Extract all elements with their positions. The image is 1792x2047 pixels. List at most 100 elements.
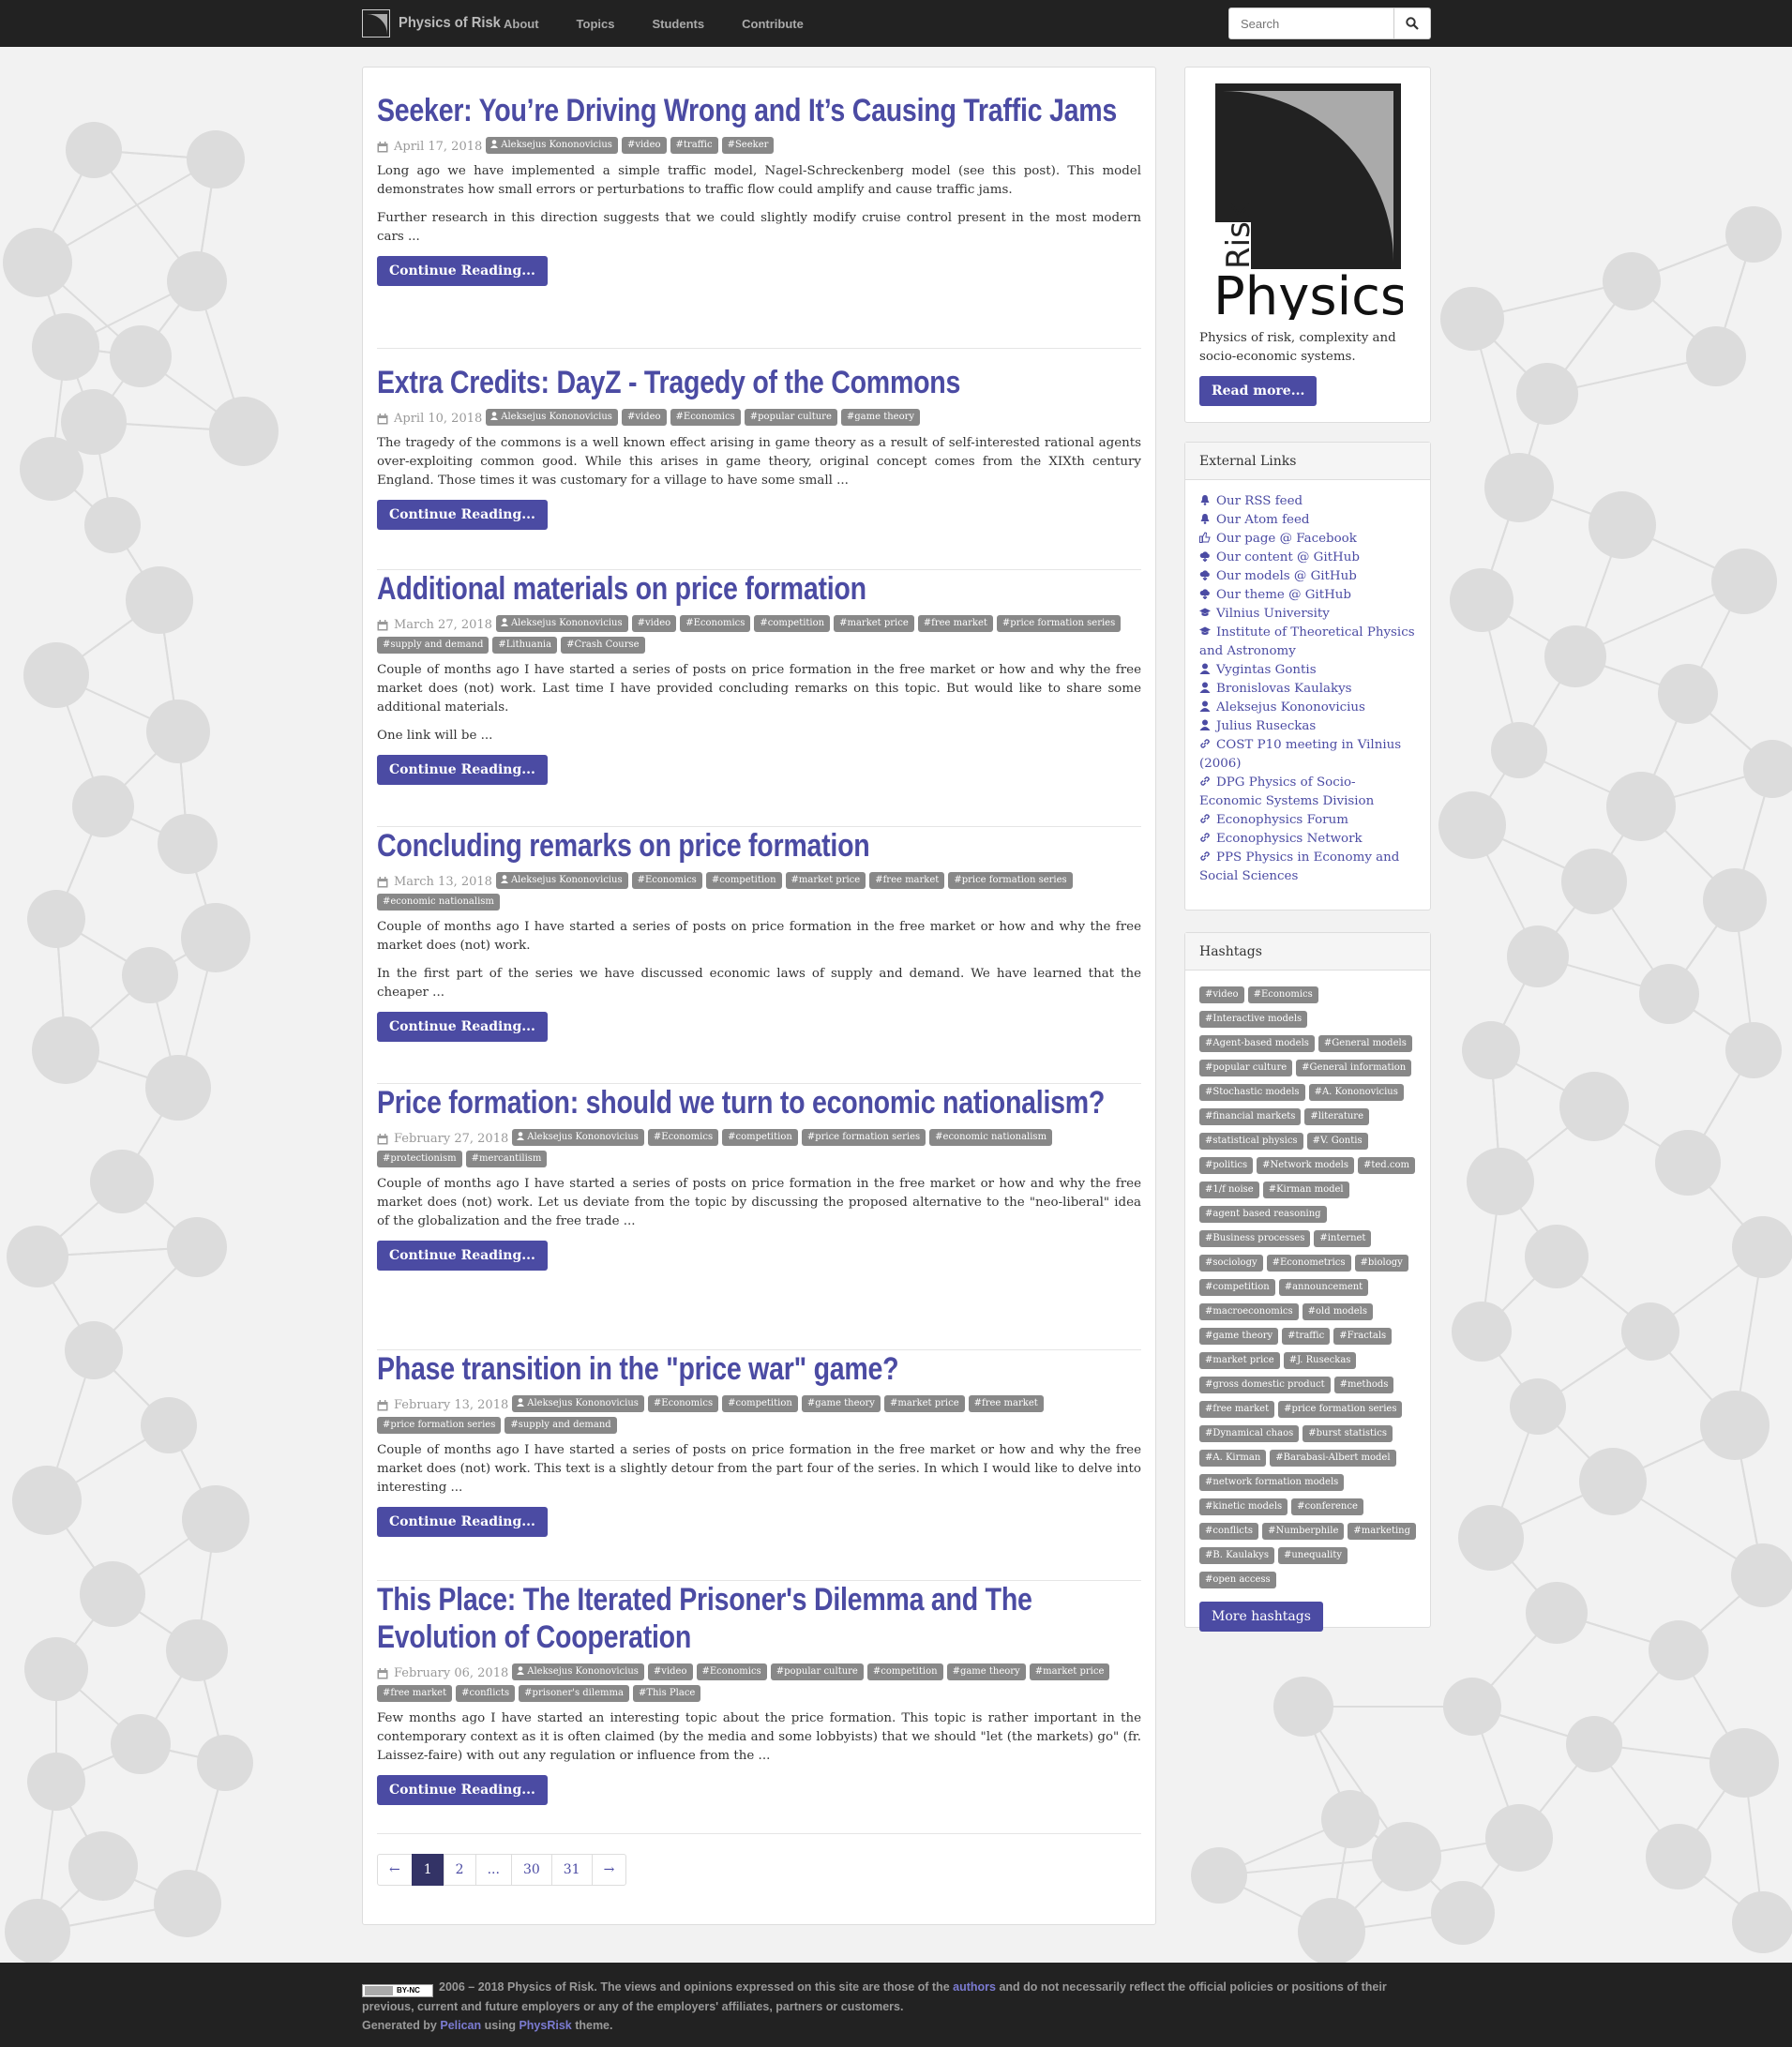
tag-label[interactable]: #price formation series [996, 614, 1122, 632]
tag-label[interactable]: #Economics [647, 1394, 719, 1412]
hashtag-label[interactable]: #statistical physics [1199, 1133, 1303, 1150]
external-link[interactable]: Econophysics Forum [1199, 811, 1416, 830]
tag-label[interactable]: #traffic [670, 136, 718, 154]
tag-label[interactable]: #video [631, 614, 677, 632]
tag-label[interactable]: #supply and demand [504, 1417, 617, 1434]
tag-label[interactable]: #Crash Course [561, 637, 645, 654]
continue-reading-button[interactable]: Continue Reading... [377, 256, 548, 286]
post-title[interactable]: Price formation: should we turn to econo… [377, 1084, 1141, 1121]
continue-reading-button[interactable]: Continue Reading... [377, 1507, 548, 1537]
tag-label[interactable]: #price formation series [948, 871, 1073, 889]
tag-label[interactable]: #video [621, 408, 667, 426]
tag-label[interactable]: #popular culture [770, 1663, 864, 1680]
hashtag-label[interactable]: #agent based reasoning [1199, 1206, 1327, 1223]
tag-label[interactable]: #Economics [696, 1663, 767, 1680]
external-link[interactable]: Aleksejus Kononovicius [1199, 699, 1416, 717]
brand-link[interactable]: Physics of Risk [362, 8, 509, 39]
hashtag-label[interactable]: #literature [1304, 1108, 1370, 1125]
tag-label[interactable]: #Economics [631, 871, 702, 889]
hashtag-label[interactable]: #conflicts [1199, 1523, 1259, 1540]
continue-reading-button[interactable]: Continue Reading... [377, 1775, 548, 1805]
hashtag-label[interactable]: #price formation series [1278, 1401, 1403, 1418]
hashtag-label[interactable]: #kinetic models [1199, 1498, 1288, 1515]
hashtag-label[interactable]: #Business processes [1199, 1230, 1311, 1247]
tag-label[interactable]: #competition [722, 1394, 798, 1412]
hashtag-label[interactable]: #Fractals [1333, 1328, 1393, 1345]
hashtag-label[interactable]: #Network models [1257, 1157, 1354, 1174]
hashtag-label[interactable]: #macroeconomics [1199, 1303, 1299, 1320]
hashtag-label[interactable]: #internet [1314, 1230, 1372, 1247]
pagination-prev[interactable]: ← [377, 1854, 413, 1886]
pagination-page[interactable]: 31 [550, 1854, 593, 1886]
hashtag-label[interactable]: #sociology [1199, 1255, 1263, 1272]
author-label[interactable]: Aleksejus Kononovicius [486, 408, 618, 426]
tag-label[interactable]: #price formation series [801, 1128, 926, 1146]
continue-reading-button[interactable]: Continue Reading... [377, 1012, 548, 1042]
tag-label[interactable]: #free market [917, 614, 993, 632]
tag-label[interactable]: #video [621, 136, 667, 154]
hashtag-label[interactable]: #Dynamical chaos [1199, 1425, 1300, 1442]
external-link[interactable]: Our page @ Facebook [1199, 530, 1416, 549]
hashtag-label[interactable]: #A. Kirman [1199, 1450, 1267, 1467]
hashtag-label[interactable]: #market price [1199, 1352, 1280, 1369]
hashtag-label[interactable]: #politics [1199, 1157, 1254, 1174]
hashtag-label[interactable]: #Numberphile [1262, 1523, 1345, 1540]
tag-label[interactable]: #competition [866, 1663, 943, 1680]
tag-label[interactable]: #protectionism [377, 1151, 462, 1167]
author-label[interactable]: Aleksejus Kononovicius [495, 871, 628, 889]
hashtag-label[interactable]: #methods [1333, 1377, 1394, 1393]
hashtag-label[interactable]: #B. Kaulakys [1199, 1547, 1274, 1564]
author-label[interactable]: Aleksejus Kononovicius [512, 1663, 644, 1680]
tag-label[interactable]: #Lithuania [492, 637, 558, 654]
tag-label[interactable]: #popular culture [744, 408, 837, 426]
pagination-next[interactable]: → [591, 1854, 627, 1886]
tag-label[interactable]: #market price [834, 614, 914, 632]
hashtag-label[interactable]: #network formation models [1199, 1474, 1345, 1491]
post-title[interactable]: Extra Credits: DayZ - Tragedy of the Com… [377, 364, 1141, 401]
tag-label[interactable]: #economic nationalism [377, 894, 500, 911]
external-link[interactable]: Vygintas Gontis [1199, 661, 1416, 680]
hashtag-label[interactable]: #Economics [1247, 986, 1318, 1003]
tag-label[interactable]: #market price [785, 871, 866, 889]
external-link[interactable]: Bronislovas Kaulakys [1199, 680, 1416, 699]
nav-students[interactable]: Students [652, 17, 704, 31]
hashtag-label[interactable]: #announcement [1278, 1279, 1369, 1296]
pagination-page[interactable]: 30 [510, 1854, 552, 1886]
pagination-page[interactable]: 2 [443, 1854, 476, 1886]
hashtag-label[interactable]: #video [1199, 986, 1244, 1003]
continue-reading-button[interactable]: Continue Reading... [377, 755, 548, 785]
external-link[interactable]: COST P10 meeting in Vilnius (2006) [1199, 736, 1416, 774]
hashtag-label[interactable]: #gross domestic product [1199, 1377, 1331, 1393]
hashtag-label[interactable]: #burst statistics [1303, 1425, 1393, 1442]
hashtag-label[interactable]: #traffic [1282, 1328, 1331, 1345]
hashtag-label[interactable]: #game theory [1199, 1328, 1279, 1345]
post-title[interactable]: This Place: The Iterated Prisoner's Dile… [377, 1581, 1141, 1656]
cc-license-badge[interactable]: BY-NC [362, 1984, 433, 1997]
tag-label[interactable]: #competition [754, 614, 831, 632]
hashtag-label[interactable]: #conference [1291, 1498, 1363, 1515]
tag-label[interactable]: #conflicts [456, 1685, 516, 1702]
continue-reading-button[interactable]: Continue Reading... [377, 1241, 548, 1271]
hashtag-label[interactable]: #financial markets [1199, 1108, 1302, 1125]
hashtag-label[interactable]: #Stochastic models [1199, 1084, 1305, 1101]
external-link[interactable]: DPG Physics of Socio-Economic Systems Di… [1199, 774, 1416, 811]
tag-label[interactable]: #Seeker [721, 136, 775, 154]
authors-link[interactable]: authors [953, 1980, 996, 1994]
tag-label[interactable]: #video [647, 1663, 693, 1680]
external-link[interactable]: Our theme @ GitHub [1199, 586, 1416, 605]
hashtag-label[interactable]: #Interactive models [1199, 1011, 1308, 1028]
external-link[interactable]: Our content @ GitHub [1199, 549, 1416, 567]
tag-label[interactable]: #competition [705, 871, 782, 889]
search-button[interactable] [1394, 8, 1431, 39]
hashtag-label[interactable]: #free market [1199, 1401, 1275, 1418]
tag-label[interactable]: #game theory [840, 408, 921, 426]
hashtag-label[interactable]: #ted.com [1357, 1157, 1415, 1174]
author-label[interactable]: Aleksejus Kononovicius [495, 614, 628, 632]
hashtag-label[interactable]: #unequality [1277, 1547, 1348, 1564]
author-label[interactable]: Aleksejus Kononovicius [486, 136, 618, 154]
hashtag-label[interactable]: #competition [1199, 1279, 1275, 1296]
tag-label[interactable]: #price formation series [377, 1417, 502, 1434]
hashtag-label[interactable]: #General information [1296, 1060, 1412, 1076]
continue-reading-button[interactable]: Continue Reading... [377, 500, 548, 530]
tag-label[interactable]: #free market [869, 871, 945, 889]
